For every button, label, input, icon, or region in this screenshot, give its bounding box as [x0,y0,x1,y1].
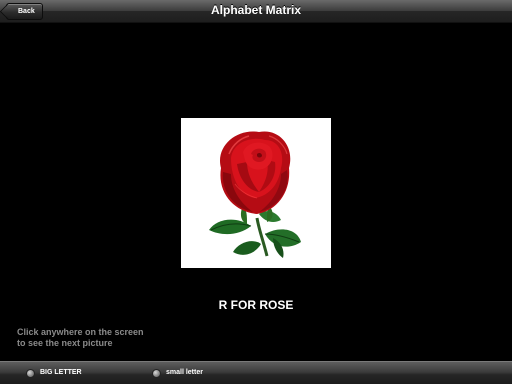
back-button-label: Back [18,8,35,15]
instruction-hint: Click anywhere on the screen to see the … [17,327,144,349]
screen[interactable]: Back Alphabet Matrix R FOR ROSE Click an… [0,0,512,384]
radio-button-icon[interactable] [152,368,161,378]
big-letter-label: BIG LETTER [40,369,82,376]
rose-illustration [209,131,301,258]
page-title: Alphabet Matrix [210,3,301,17]
bottom-toolbar: BIG LETTER small letter [0,361,512,384]
small-letter-label: small letter [166,369,203,376]
hint-line-2: to see the next picture [17,338,113,348]
rose-picture[interactable] [181,118,331,268]
big-letter-option[interactable]: BIG LETTER [26,367,82,379]
back-button[interactable]: Back [6,3,43,20]
small-letter-option[interactable]: small letter [152,367,203,379]
hint-line-1: Click anywhere on the screen [17,327,144,337]
radio-button-icon[interactable] [26,368,35,378]
picture-caption: R FOR ROSE [218,298,294,312]
navigation-bar: Back Alphabet Matrix [0,0,512,23]
